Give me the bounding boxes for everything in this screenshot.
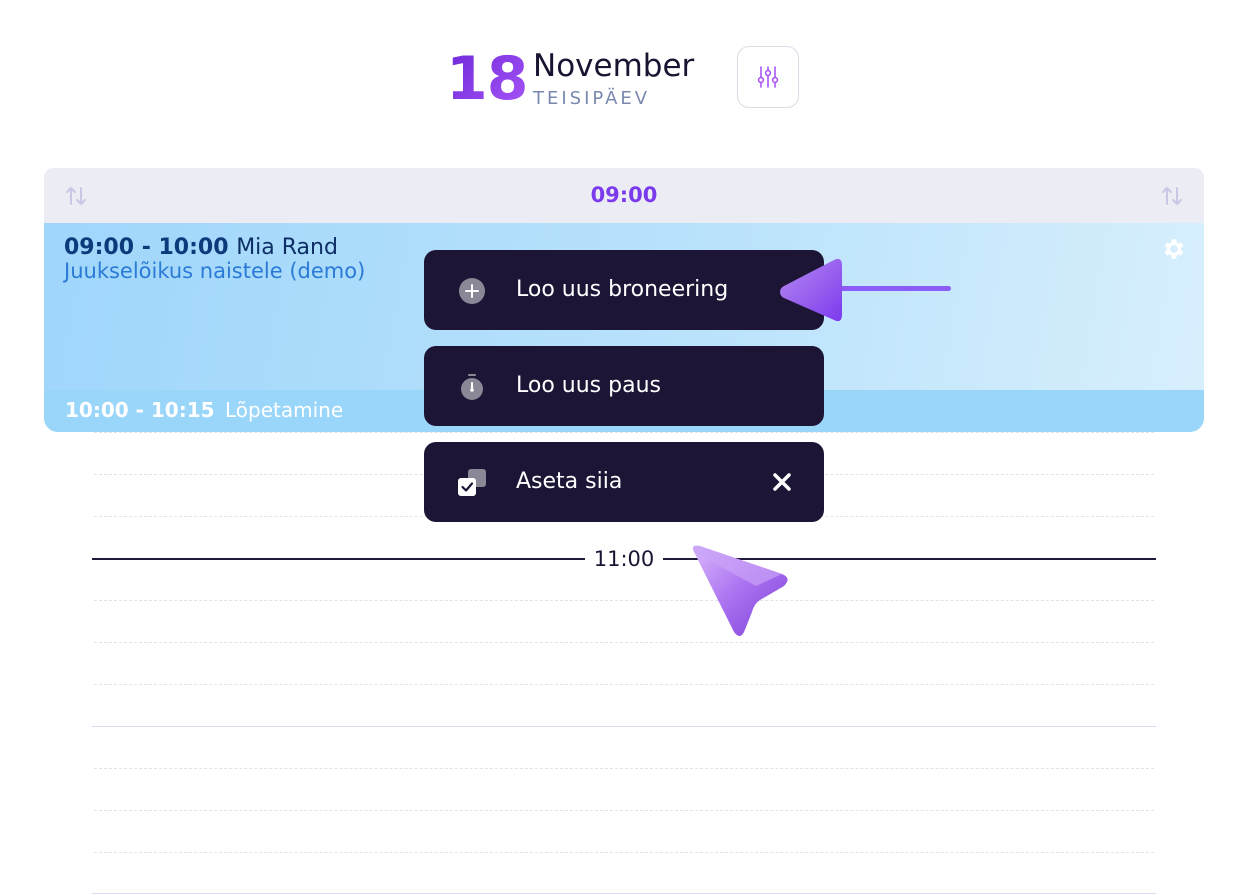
plus-circle-icon [459, 278, 485, 304]
time-slot-header: 09:00 [44, 168, 1204, 223]
day-number: 18 [446, 44, 528, 114]
time-slot-label: 09:00 [590, 183, 658, 207]
stopwatch-icon [461, 374, 483, 400]
sort-arrows-icon[interactable] [1160, 185, 1184, 207]
grid-line [92, 726, 1156, 727]
booking-service-name: Juukselõikus naistele (demo) [64, 259, 366, 283]
pointer-arrow-icon [780, 258, 951, 322]
grid-line [94, 642, 1154, 643]
menu-item-label: Aseta siia [516, 469, 623, 494]
menu-item-new-break[interactable]: Loo uus paus [424, 346, 824, 426]
grid-line [94, 600, 1154, 601]
grid-line [94, 768, 1154, 769]
booking-time-range: 09:00 - 10:00 [64, 235, 229, 260]
booking-time-line: 09:00 - 10:00 Mia Rand [64, 235, 338, 260]
filter-button[interactable] [737, 46, 799, 108]
finish-time-range: 10:00 - 10:15 [65, 398, 215, 422]
sliders-icon [757, 66, 779, 88]
month-label: November [533, 48, 695, 84]
gear-icon[interactable] [1160, 236, 1186, 262]
grid-line [94, 852, 1154, 853]
weekday-label: TEISIPÄEV [533, 88, 651, 109]
menu-item-paste-here[interactable]: Aseta siia [424, 442, 824, 522]
grid-line [92, 893, 1156, 894]
menu-item-label: Loo uus paus [516, 373, 661, 398]
date-header: 18 November TEISIPÄEV [0, 40, 1250, 120]
grid-line [94, 684, 1154, 685]
close-icon[interactable] [770, 468, 794, 496]
grid-line [94, 810, 1154, 811]
menu-item-label: Loo uus broneering [516, 277, 729, 302]
cursor-icon [692, 545, 788, 636]
finish-label: Lõpetamine [225, 398, 344, 422]
menu-item-new-booking[interactable]: Loo uus broneering [424, 250, 824, 330]
hour-label: 11:00 [585, 544, 663, 574]
grid-line [94, 432, 1154, 433]
paste-check-icon [458, 469, 486, 496]
booking-client-name: Mia Rand [236, 235, 338, 260]
